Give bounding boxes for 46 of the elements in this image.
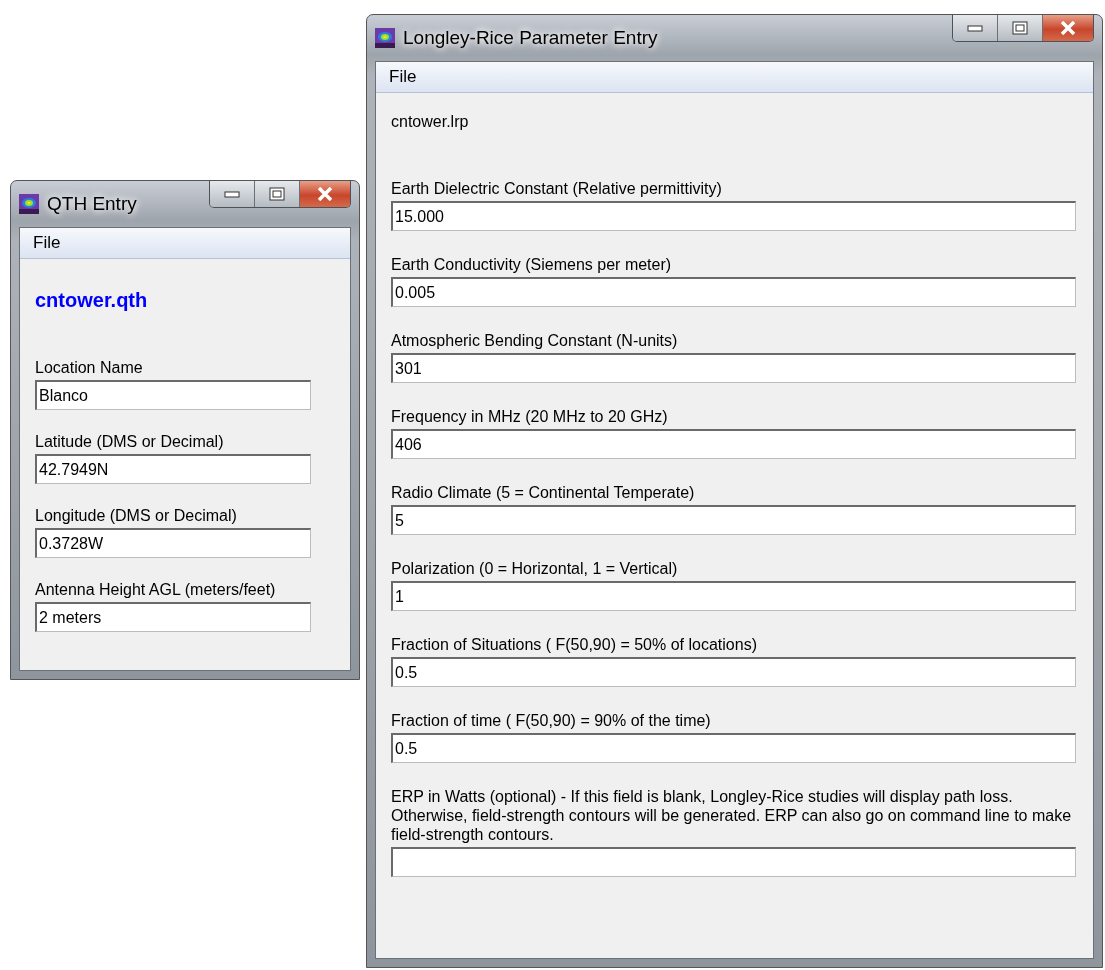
input-field[interactable] [391, 847, 1076, 877]
input-field[interactable]: 42.7949N [35, 454, 311, 484]
close-button[interactable] [1042, 15, 1093, 41]
field-label: Latitude (DMS or Decimal) [35, 432, 225, 451]
window-title: QTH Entry [47, 193, 137, 215]
input-field[interactable]: 5 [391, 505, 1076, 535]
field-label: Fraction of time ( F(50,90) = 90% of the time) [391, 711, 712, 730]
field-label: Radio Climate (5 = Continental Temperate) [391, 483, 696, 502]
field-label: Fraction of Situations ( F(50,90) = 50% of locations) [391, 635, 758, 654]
window-title: Longley-Rice Parameter Entry [403, 27, 658, 49]
input-field[interactable]: 15.000 [391, 201, 1076, 231]
maximize-icon [269, 187, 285, 201]
close-icon [317, 187, 333, 201]
file-name: cntower.lrp [391, 113, 470, 131]
field-label: ERP in Watts (optional) - If this field is blank, Longley-Rice studies will display path loss. Otherwise, field-strength contours will be generated. ERP can also go on command line to make field-strength contours. [391, 787, 1073, 844]
input-field[interactable]: 406 [391, 429, 1076, 459]
field-label: Earth Conductivity (Siemens per meter) [391, 255, 673, 274]
input-field[interactable]: Blanco [35, 380, 311, 410]
input-field[interactable]: 0.5 [391, 657, 1076, 687]
app-icon [19, 194, 39, 214]
input-field[interactable]: 0.3728W [35, 528, 311, 558]
minimize-button[interactable] [210, 181, 254, 207]
field-label: Location Name [35, 358, 144, 377]
file-name: cntower.qth [35, 289, 149, 312]
input-field[interactable]: 0.5 [391, 733, 1076, 763]
close-icon [1060, 21, 1076, 35]
close-button[interactable] [299, 181, 350, 207]
field-label: Antenna Height AGL (meters/feet) [35, 580, 277, 599]
field-label: Earth Dielectric Constant (Relative permittivity) [391, 179, 723, 198]
minimize-icon [967, 24, 983, 32]
maximize-button[interactable] [997, 15, 1042, 41]
field-label: Longitude (DMS or Decimal) [35, 506, 238, 525]
maximize-button[interactable] [254, 181, 299, 207]
menu-item[interactable]: File [30, 233, 64, 253]
input-field[interactable]: 1 [391, 581, 1076, 611]
field-label: Frequency in MHz (20 MHz to 20 GHz) [391, 407, 669, 426]
minimize-icon [224, 190, 240, 198]
field-label: Polarization (0 = Horizontal, 1 = Vertical) [391, 559, 679, 578]
app-icon [375, 28, 395, 48]
input-field[interactable]: 301 [391, 353, 1076, 383]
input-field[interactable]: 2 meters [35, 602, 311, 632]
minimize-button[interactable] [953, 15, 997, 41]
menu-item[interactable]: File [386, 67, 420, 87]
maximize-icon [1012, 21, 1028, 35]
field-label: Atmospheric Bending Constant (N-units) [391, 331, 679, 350]
input-field[interactable]: 0.005 [391, 277, 1076, 307]
